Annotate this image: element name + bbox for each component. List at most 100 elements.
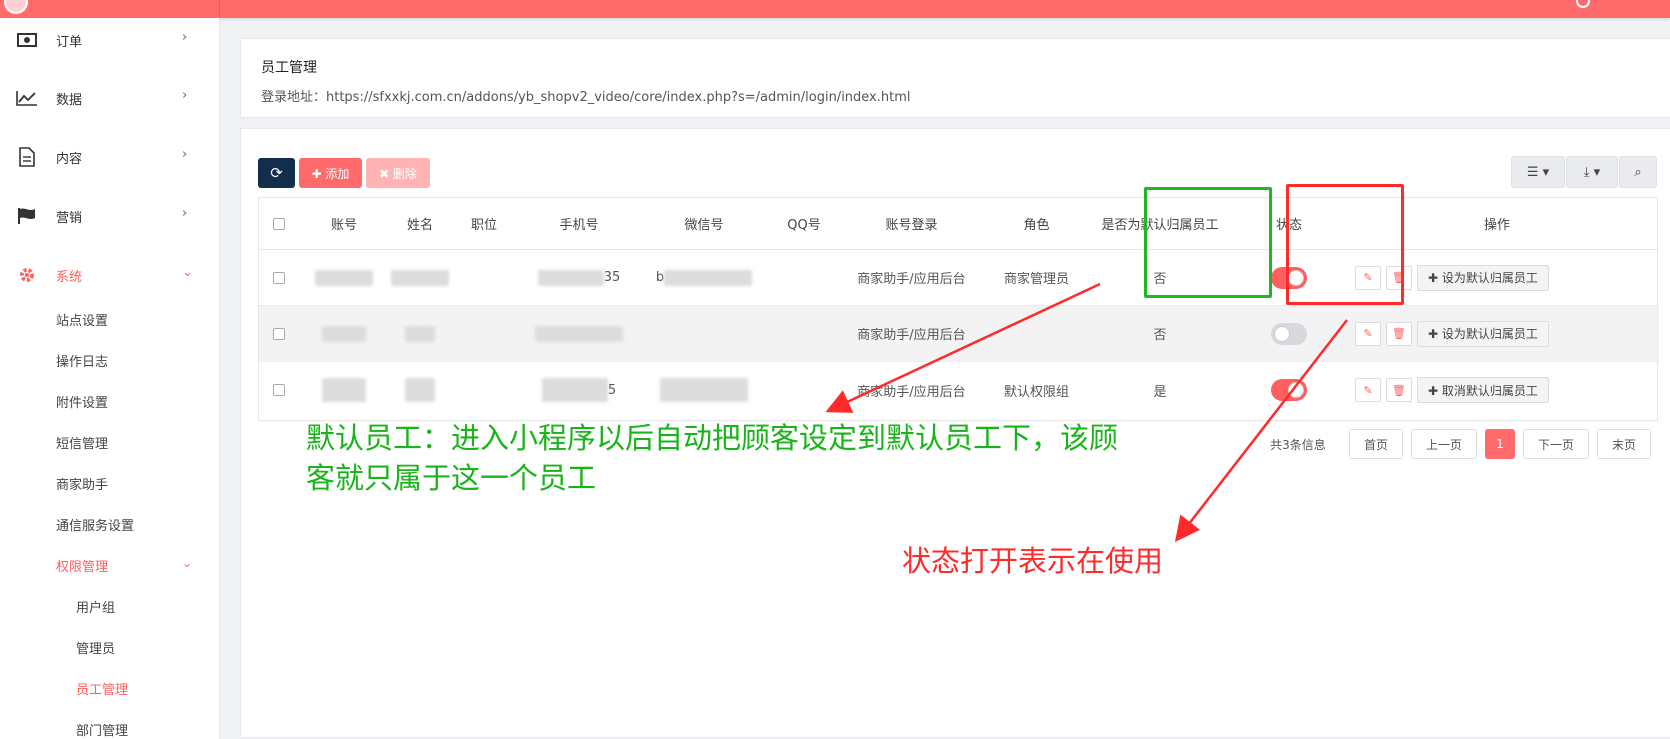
staff-table: 账号 姓名 职位 手机号 微信号 QQ号 账号登录 角色 是否为默认归属员工 状… bbox=[258, 197, 1659, 421]
col-wechat: 微信号 bbox=[684, 218, 724, 233]
add-button[interactable]: ✚ 添加 bbox=[299, 158, 362, 188]
chevron-down-icon: ⌄ bbox=[182, 265, 193, 280]
trash-icon: 🗑 bbox=[1392, 327, 1406, 340]
edit-button[interactable]: ✎ bbox=[1355, 378, 1381, 402]
refresh-icon: ⟳ bbox=[270, 164, 283, 182]
sidebar-item-system[interactable]: 系统 ⌄ bbox=[0, 255, 220, 295]
row-checkbox[interactable] bbox=[269, 250, 289, 305]
user-icon[interactable] bbox=[1576, 0, 1590, 8]
name-redacted bbox=[385, 362, 455, 418]
wechat-cell: b bbox=[644, 250, 764, 305]
prev-page-button[interactable]: 上一页 bbox=[1411, 429, 1477, 459]
page-1-button[interactable]: 1 bbox=[1485, 429, 1515, 459]
cancel-default-button[interactable]: ✚ 取消默认归属员工 bbox=[1417, 377, 1549, 403]
pencil-icon: ✎ bbox=[1363, 327, 1373, 340]
status-cell bbox=[1239, 362, 1339, 418]
status-cell bbox=[1239, 306, 1339, 361]
row-actions: ✎ 🗑 ✚ 设为默认归属员工 bbox=[1355, 250, 1549, 305]
page-title: 员工管理 bbox=[261, 60, 317, 76]
sidebar-sub-sms-management[interactable]: 短信管理 bbox=[56, 433, 108, 452]
sidebar-sub-site-settings[interactable]: 站点设置 bbox=[56, 310, 108, 329]
delete-row-button[interactable]: 🗑 bbox=[1386, 265, 1412, 290]
sidebar-sub-operation-log[interactable]: 操作日志 bbox=[56, 351, 108, 370]
table-row: 35 b 商家助手/应用后台 商家管理员 否 ✎ 🗑 ✚ 设为默认归属员工 bbox=[259, 250, 1659, 306]
columns-toggle-button[interactable]: ☰ ▾ bbox=[1511, 156, 1565, 188]
sidebar-group-label: 权限管理 bbox=[56, 560, 109, 575]
sidebar-sub-staff-management[interactable]: 员工管理 bbox=[76, 679, 128, 698]
is-default-cell: 否 bbox=[1153, 328, 1167, 343]
set-default-button[interactable]: ✚ 设为默认归属员工 bbox=[1417, 264, 1549, 291]
first-page-button[interactable]: 首页 bbox=[1349, 429, 1403, 459]
last-page-button[interactable]: 末页 bbox=[1597, 429, 1651, 459]
download-icon: ⤓ ▾ bbox=[1583, 164, 1601, 180]
role-cell bbox=[984, 306, 1089, 361]
sidebar-sub-department[interactable]: 部门管理 bbox=[76, 720, 128, 739]
role-cell: 默认权限组 bbox=[1003, 384, 1069, 400]
wechat-cell bbox=[644, 362, 764, 418]
col-is-default: 是否为默认归属员工 bbox=[1101, 218, 1219, 233]
list-icon: ☰ ▾ bbox=[1526, 164, 1550, 180]
delete-button[interactable]: ✖ 删除 bbox=[366, 158, 430, 188]
chevron-right-icon: › bbox=[182, 88, 188, 103]
pencil-icon: ✎ bbox=[1363, 383, 1373, 397]
search-icon: ⌕ bbox=[1634, 164, 1642, 180]
sidebar-item-marketing[interactable]: 营销 › bbox=[0, 196, 220, 236]
flag-icon bbox=[16, 206, 38, 226]
col-status: 状态 bbox=[1275, 218, 1302, 233]
refresh-button[interactable]: ⟳ bbox=[258, 158, 295, 188]
delete-row-button[interactable]: 🗑 bbox=[1386, 378, 1412, 402]
phone-cell: 35 bbox=[524, 250, 634, 305]
page-header-card: 员工管理 登录地址：https://sfxxkj.com.cn/addons/y… bbox=[240, 38, 1670, 118]
set-default-button[interactable]: ✚ 设为默认归属员工 bbox=[1417, 320, 1549, 347]
phone-cell bbox=[524, 306, 634, 361]
account-redacted bbox=[309, 362, 379, 418]
status-toggle[interactable] bbox=[1271, 379, 1307, 401]
avatar[interactable] bbox=[4, 0, 28, 14]
sidebar-item-data[interactable]: 数据 › bbox=[0, 78, 220, 118]
name-redacted bbox=[385, 306, 455, 361]
chevron-right-icon: › bbox=[182, 206, 188, 221]
delete-row-button[interactable]: 🗑 bbox=[1386, 321, 1412, 346]
table-row: 商家助手/应用后台 否 ✎ 🗑 ✚ 设为默认归属员工 bbox=[259, 306, 1659, 362]
sidebar-item-orders[interactable]: 订单 › bbox=[0, 20, 220, 60]
table-header: 账号 姓名 职位 手机号 微信号 QQ号 账号登录 角色 是否为默认归属员工 状… bbox=[259, 198, 1659, 250]
chevron-right-icon: › bbox=[182, 147, 188, 162]
row-actions: ✎ 🗑 ✚ 取消默认归属员工 bbox=[1355, 362, 1549, 418]
annotation-status: 状态打开表示在使用 bbox=[902, 544, 1164, 578]
status-toggle[interactable] bbox=[1271, 266, 1307, 289]
total-count: 共3条信息 bbox=[1270, 437, 1326, 452]
account-redacted bbox=[309, 306, 379, 361]
role-cell: 商家管理员 bbox=[1003, 272, 1069, 287]
sidebar-group-permissions[interactable]: 权限管理 ⌄ bbox=[56, 556, 192, 575]
phone-cell: 5 bbox=[524, 362, 634, 418]
login-url: 登录地址：https://sfxxkj.com.cn/addons/yb_sho… bbox=[261, 90, 911, 105]
sidebar-sub-merchant-assistant[interactable]: 商家助手 bbox=[56, 474, 108, 493]
wechat-cell bbox=[644, 306, 764, 361]
edit-button[interactable]: ✎ bbox=[1355, 265, 1381, 290]
table-row: 5 商家助手/应用后台 默认权限组 是 ✎ 🗑 ✚ 取消默认归属员工 bbox=[259, 362, 1659, 418]
sidebar-item-content[interactable]: 内容 › bbox=[0, 137, 220, 177]
row-checkbox[interactable] bbox=[269, 306, 289, 361]
col-qq: QQ号 bbox=[787, 218, 821, 233]
row-checkbox[interactable] bbox=[269, 362, 289, 418]
export-button[interactable]: ⤓ ▾ bbox=[1566, 156, 1618, 188]
sidebar-item-label: 营销 bbox=[56, 211, 83, 226]
col-role: 角色 bbox=[1023, 218, 1050, 233]
document-icon bbox=[16, 147, 38, 167]
is-default-cell: 否 bbox=[1153, 272, 1167, 287]
sidebar-sub-attachment-settings[interactable]: 附件设置 bbox=[56, 392, 108, 411]
edit-button[interactable]: ✎ bbox=[1355, 321, 1381, 346]
col-phone: 手机号 bbox=[559, 218, 599, 233]
sidebar-sub-admin[interactable]: 管理员 bbox=[76, 638, 115, 657]
row-actions: ✎ 🗑 ✚ 设为默认归属员工 bbox=[1355, 306, 1549, 361]
chart-line-icon bbox=[16, 88, 38, 108]
search-button[interactable]: ⌕ bbox=[1619, 156, 1657, 188]
status-toggle[interactable] bbox=[1271, 322, 1307, 345]
col-login: 账号登录 bbox=[885, 218, 938, 233]
sidebar-sub-comm-service[interactable]: 通信服务设置 bbox=[56, 515, 134, 534]
select-all-checkbox[interactable] bbox=[269, 198, 289, 249]
trash-icon: 🗑 bbox=[1392, 383, 1406, 397]
sidebar-sub-user-group[interactable]: 用户组 bbox=[76, 597, 115, 616]
name-redacted bbox=[385, 250, 455, 305]
next-page-button[interactable]: 下一页 bbox=[1523, 429, 1589, 459]
